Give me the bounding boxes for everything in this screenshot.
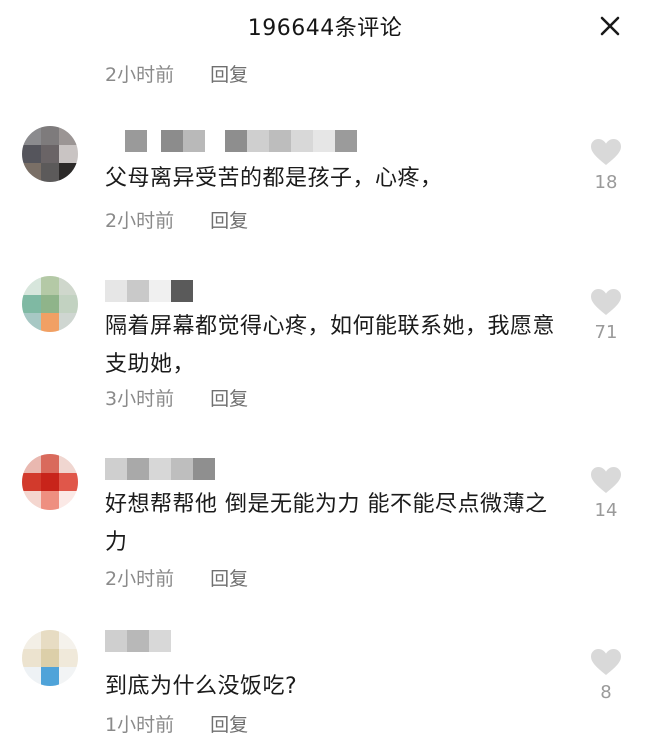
comment-meta: 2小时前 回复 <box>105 564 248 591</box>
comments-sheet: 196644条评论 2小时前 回复 父母离异受苦的都是孩子，心疼， 18 2小时… <box>0 0 650 744</box>
comment-time: 2小时前 <box>105 568 175 590</box>
username-redacted[interactable] <box>105 130 357 152</box>
reply-button[interactable]: 回复 <box>210 206 248 233</box>
avatar[interactable] <box>22 276 78 332</box>
comment-text: 隔着屏幕都觉得心疼，如何能联系她，我愿意支助她， <box>105 314 556 377</box>
like-button[interactable]: 18 <box>588 138 624 193</box>
comment-time: 3小时前 <box>105 388 175 410</box>
like-count: 18 <box>594 172 618 193</box>
comments-count-title: 196644条评论 <box>247 16 403 41</box>
heart-icon <box>591 139 621 165</box>
avatar[interactable] <box>22 126 78 182</box>
like-count: 8 <box>600 682 612 703</box>
reply-button[interactable]: 回复 <box>210 564 248 591</box>
comment-meta: 3小时前 回复 <box>105 384 248 411</box>
avatar[interactable] <box>22 630 78 686</box>
avatar[interactable] <box>22 454 78 510</box>
comment-text: 好想帮帮他 倒是无能为力 能不能尽点微薄之力 <box>105 492 548 555</box>
comment-meta: 2小时前 回复 <box>105 206 248 233</box>
close-icon <box>600 16 620 36</box>
like-button[interactable]: 14 <box>588 466 624 521</box>
comment-text: 到底为什么没饭吃? <box>105 674 298 699</box>
comment-time: 1小时前 <box>105 714 175 736</box>
like-count: 14 <box>594 500 618 521</box>
reply-button[interactable]: 回复 <box>210 60 248 87</box>
comment-meta: 2小时前 回复 <box>105 60 248 87</box>
comment-meta: 1小时前 回复 <box>105 710 248 737</box>
comment-text: 父母离异受苦的都是孩子，心疼， <box>105 166 443 191</box>
heart-icon <box>591 467 621 493</box>
comments-header: 196644条评论 <box>0 0 650 52</box>
like-button[interactable]: 71 <box>588 288 624 343</box>
heart-icon <box>591 289 621 315</box>
username-redacted[interactable] <box>105 458 215 480</box>
comment-time: 2小时前 <box>105 64 175 86</box>
like-button[interactable]: 8 <box>588 648 624 703</box>
close-button[interactable] <box>596 12 624 40</box>
username-redacted[interactable] <box>105 630 171 652</box>
username-redacted[interactable] <box>105 280 193 302</box>
comment-time: 2小时前 <box>105 210 175 232</box>
reply-button[interactable]: 回复 <box>210 384 248 411</box>
reply-button[interactable]: 回复 <box>210 710 248 737</box>
like-count: 71 <box>594 322 618 343</box>
heart-icon <box>591 649 621 675</box>
